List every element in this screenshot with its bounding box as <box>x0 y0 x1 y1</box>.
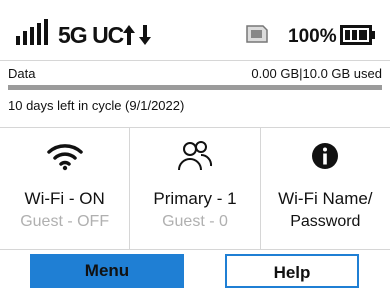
connected-devices-tile[interactable]: Primary - 1 Guest - 0 <box>129 128 259 249</box>
primary-devices-count: Primary - 1 <box>153 189 237 208</box>
password-label: Password <box>290 213 361 230</box>
sim-card-icon <box>246 25 268 48</box>
menu-button[interactable]: Menu <box>30 254 184 288</box>
guest-devices-count: Guest - 0 <box>162 213 228 230</box>
wifi-status: Wi-Fi - ON <box>24 189 105 208</box>
data-usage-bar <box>8 85 382 90</box>
users-icon <box>130 141 259 171</box>
guest-wifi-status: Guest - OFF <box>20 213 110 230</box>
network-type-label: 5G UC <box>58 22 124 48</box>
signal-bars-icon <box>16 19 50 50</box>
wifi-icon <box>0 141 129 171</box>
wifi-tile[interactable]: Wi-Fi - ON Guest - OFF <box>0 128 129 249</box>
data-used-text: 0.00 GB|10.0 GB used <box>251 66 382 81</box>
info-icon <box>261 141 390 171</box>
quick-tiles: Wi-Fi - ON Guest - OFF Primary - 1 Guest… <box>0 127 390 250</box>
battery-full-icon <box>340 25 376 50</box>
wifi-name-password-tile[interactable]: Wi-Fi Name/ Password <box>259 128 390 249</box>
cycle-days-left: 10 days left in cycle (9/1/2022) <box>8 98 185 113</box>
status-bar: 5G UC 100% <box>0 0 390 60</box>
data-usage-panel: Data 0.00 GB|10.0 GB used 10 days left i… <box>0 60 390 127</box>
wifi-name-label: Wi-Fi Name/ <box>278 189 373 208</box>
battery-percent: 100% <box>288 26 337 47</box>
data-label: Data <box>8 66 36 81</box>
up-down-arrows-icon <box>123 24 151 51</box>
help-button[interactable]: Help <box>225 254 359 288</box>
